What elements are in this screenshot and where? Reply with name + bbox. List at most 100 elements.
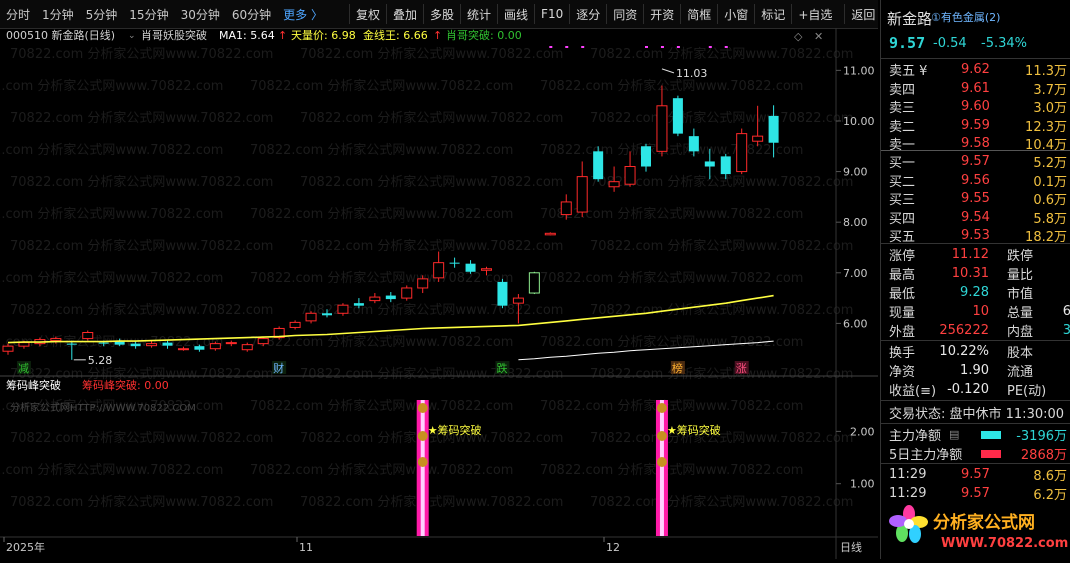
stats-button[interactable]: 统计: [460, 4, 497, 24]
watermark-text: 70822.com 分析家公式网www.70822.com: [540, 142, 803, 158]
list-icon[interactable]: ▤: [949, 428, 959, 441]
tianliang-label: 天量价: 6.98: [291, 29, 356, 42]
bid-volume: 5.8万: [1033, 211, 1067, 227]
back-button[interactable]: 返回: [844, 4, 881, 24]
watermark-text: 70822.com 分析家公式网www.70822.com: [540, 78, 803, 94]
signal-dot: [645, 46, 648, 48]
industry-link[interactable]: ①有色金属(2): [931, 9, 1000, 25]
period-tabs: 分时 1分钟 5分钟 15分钟 30分钟 60分钟 更多 〉: [0, 0, 329, 28]
logo-text: 分析家公式网: [933, 512, 1035, 533]
sub-tick-label: 2.00: [850, 425, 875, 438]
watermark-text: 70822.com 分析家公式网www.70822.com: [590, 46, 853, 62]
candle-body: [305, 312, 317, 322]
fund-value: 1.90: [960, 363, 989, 378]
stat-row[interactable]: 外盘 256222 内盘 3: [881, 321, 1070, 340]
jiankuang-button[interactable]: 简框: [680, 4, 717, 24]
overlay-button[interactable]: 叠加: [385, 4, 423, 24]
mark-button[interactable]: 标记: [754, 4, 791, 24]
zhufen-button[interactable]: 逐分: [569, 4, 606, 24]
watermark-text: 70822.com 分析家公式网www.70822.com: [300, 238, 563, 254]
tab-fenshi[interactable]: 分时: [0, 0, 36, 28]
ask-row[interactable]: 卖二 9.59 12.3万: [881, 116, 1070, 135]
stat-row[interactable]: 最高 10.31 量比: [881, 264, 1070, 283]
up-arrow-icon: ↑: [278, 29, 287, 42]
watermark-text: 70822.com 分析家公式网www.70822.com: [590, 110, 853, 126]
fuquan-button[interactable]: 复权: [348, 4, 386, 24]
diamond-icon[interactable]: ◇: [794, 30, 803, 43]
sub-indicator-name[interactable]: 筹码峰突破: [6, 378, 61, 392]
ask-volume: 3.0万: [1033, 101, 1067, 116]
indicator-name[interactable]: 肖哥妖股突破: [141, 28, 207, 42]
tupo-label: 肖哥突破: 0.00: [446, 28, 522, 42]
price-axis: 11.00 10.00 9.00 8.00 7.00 6.00: [836, 64, 875, 330]
tick-row[interactable]: 11:29 9.57 8.6万: [881, 465, 1070, 484]
tab-5min[interactable]: 5分钟: [80, 0, 124, 28]
tick-volume: 8.6万: [1033, 469, 1067, 484]
small-window-button[interactable]: 小窗: [717, 4, 754, 24]
stat-value: 11.12: [951, 247, 989, 262]
stat-label-2: 跌停: [1007, 249, 1034, 264]
tick-time: 11:29: [889, 467, 927, 482]
tab-15min[interactable]: 15分钟: [123, 0, 174, 28]
watermark-text: 70822.com 分析家公式网www.70822.com: [590, 366, 853, 382]
marker-label: 榜: [672, 361, 683, 375]
watermark-text: 70822.com 分析家公式网www.70822.com: [300, 110, 563, 126]
tab-1min[interactable]: 1分钟: [36, 0, 80, 28]
ask-row[interactable]: 卖五 ¥ 9.62 11.3万: [881, 60, 1070, 79]
fund-row[interactable]: 净资 1.90 流通: [881, 361, 1070, 380]
f10-button[interactable]: F10: [534, 4, 569, 24]
draw-line-button[interactable]: 画线: [497, 4, 534, 24]
candle-body: [322, 313, 332, 316]
watermark-text: 70822.com 分析家公式网www.70822.com: [10, 430, 273, 446]
fund-row[interactable]: 收益(≡) -0.120 PE(动): [881, 380, 1070, 399]
kaizi-button[interactable]: 开资: [643, 4, 680, 24]
tongzi-button[interactable]: 同资: [606, 4, 643, 24]
bid-row[interactable]: 买四 9.54 5.8万: [881, 208, 1070, 227]
bid-row[interactable]: 买一 9.57 5.2万: [881, 152, 1070, 171]
close-icon[interactable]: ✕: [814, 30, 823, 43]
stat-row[interactable]: 涨停 11.12 跌停: [881, 245, 1070, 264]
high-pointer: [661, 68, 675, 74]
bid-price: 9.56: [961, 172, 990, 188]
signal-dot: [676, 46, 680, 48]
candle-body: [449, 262, 460, 264]
multi-stock-button[interactable]: 多股: [423, 4, 460, 24]
ask-row[interactable]: 卖三 9.60 3.0万: [881, 97, 1070, 116]
marker-label: 涨: [736, 362, 747, 375]
stat-row[interactable]: 现量 10 总量 6: [881, 302, 1070, 321]
kline-chart-area[interactable]: 70822.com 分析家公式网www.70822.com 70822.com 分…: [0, 28, 878, 559]
fund-label-2: 股本: [1007, 346, 1034, 361]
ask-row[interactable]: 卖四 9.61 3.7万: [881, 79, 1070, 98]
candle-body: [114, 341, 125, 345]
tick-price: 9.57: [961, 486, 990, 501]
watermark-text: 70822.com 分析家公式网www.70822.com: [590, 430, 853, 446]
candle-body: [146, 343, 158, 347]
tick-time: 11:29: [889, 486, 927, 501]
bid-row[interactable]: 买三 9.55 0.6万: [881, 189, 1070, 208]
stat-label-2: 内盘: [1007, 325, 1034, 340]
signal-bar-core: [659, 400, 664, 536]
stat-row[interactable]: 最低 9.28 市值: [881, 283, 1070, 302]
marker-label: 财: [273, 361, 284, 375]
tab-30min[interactable]: 30分钟: [175, 0, 226, 28]
quote-panel: 新金路 ①有色金属(2) 9.57 -0.54 -5.34% 卖五 ¥ 9.62 1…: [880, 0, 1070, 559]
stat-value: 10: [972, 304, 989, 319]
bid-row[interactable]: 买二 9.56 0.1万: [881, 171, 1070, 190]
kline-chart[interactable]: 70822.com 分析家公式网www.70822.com 70822.com 分…: [0, 28, 878, 559]
fund-label: 收益(≡): [889, 384, 937, 399]
watermark-text: 70822.com 分析家公式网www.70822.com: [250, 270, 513, 286]
money-bag-icon: [656, 403, 667, 413]
signal-label: ★筹码突破: [667, 423, 721, 437]
more-periods-button[interactable]: 更多 〉: [277, 0, 329, 28]
add-watchlist-button[interactable]: +自选: [791, 4, 838, 24]
date-label: 2025年: [6, 540, 45, 554]
chevron-down-icon[interactable]: ⌄: [128, 31, 136, 41]
stat-label: 涨停: [889, 249, 916, 264]
ask-volume: 11.3万: [1025, 64, 1067, 79]
tab-60min[interactable]: 60分钟: [226, 0, 277, 28]
candle-body: [50, 338, 62, 342]
stat-value: 9.28: [960, 285, 989, 300]
signal-dot: [708, 46, 712, 48]
candles: [2, 85, 779, 360]
fund-row[interactable]: 换手 10.22% 股本: [881, 342, 1070, 361]
